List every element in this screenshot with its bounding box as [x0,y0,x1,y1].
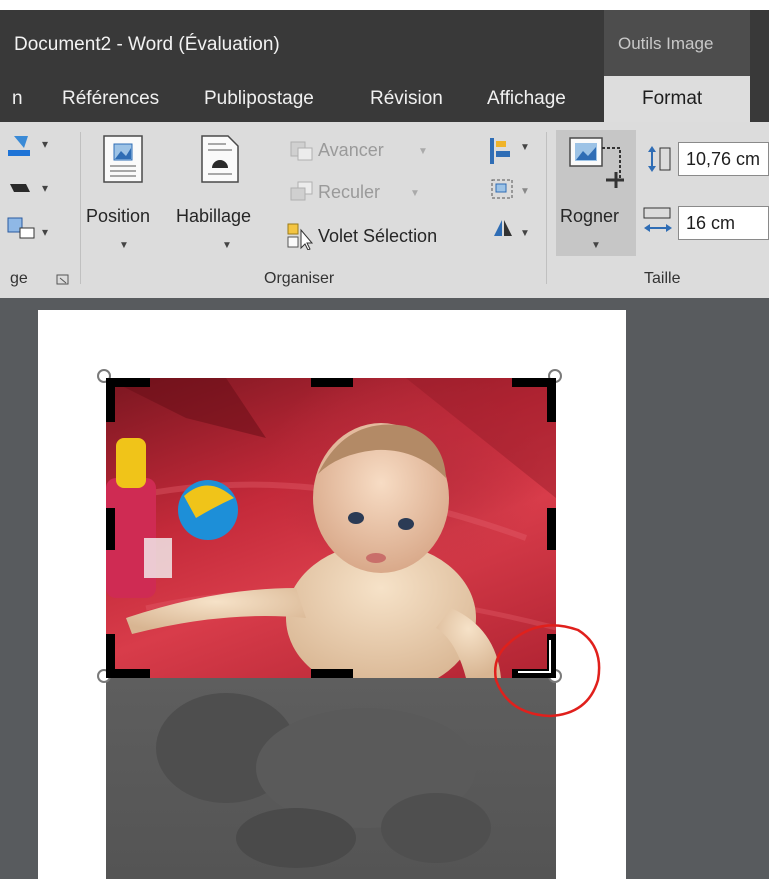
habillage-button[interactable]: Habillage [176,206,251,227]
group-label-organiser: Organiser [264,270,335,287]
crop-handle-top[interactable] [311,378,353,387]
width-field[interactable]: 16 cm [678,206,769,240]
height-icon [648,146,671,172]
crop-handle-top-right-v[interactable] [547,378,556,422]
svg-text:▾: ▾ [42,181,48,195]
crop-handle-left[interactable] [106,508,115,550]
rogner-label: Rogner [560,206,620,226]
reculer-dropdown-icon[interactable]: ▼ [410,188,420,199]
svg-text:▼: ▼ [520,142,530,153]
crop-handle-top-left-v[interactable] [106,378,115,422]
width-icon [643,207,672,232]
reculer-icon[interactable] [290,180,316,202]
width-value: 16 cm [686,213,736,233]
position-dropdown-icon[interactable]: ▼ [119,240,129,251]
svg-text:▾: ▾ [42,225,48,239]
ribbon-tabs: n Références Publipostage Révision Affic… [0,76,769,122]
crop-handle-right[interactable] [547,508,556,550]
ribbon-separator [546,132,547,284]
crop-handle-bottom-left-v[interactable] [106,634,115,678]
tab-references[interactable]: Références [62,88,159,110]
habillage-icon[interactable] [200,134,240,186]
tab-revision[interactable]: Révision [370,88,443,110]
tab-publipostage[interactable]: Publipostage [204,88,314,110]
ribbon-separator [80,132,81,284]
svg-text:▼: ▼ [520,186,530,197]
tab-format-label: Format [642,88,703,109]
reculer-button[interactable]: Reculer [318,182,380,203]
volet-selection-button[interactable]: Volet Sélection [318,226,437,247]
position-button[interactable]: Position [86,206,150,227]
group-label-taille: Taille [644,270,681,287]
volet-selection-icon[interactable] [286,222,316,250]
dialog-launcher-icon[interactable] [56,274,70,286]
align-group-rotate-icons[interactable]: ▼ ▼ ▼ [488,136,534,244]
partial-group-icons[interactable]: ▾ ▾ ▾ [6,132,56,252]
window-title: Document2 - Word (Évaluation) [14,34,280,55]
contextual-group-text: Outils Image [618,34,714,53]
height-value: 10,76 cm [686,149,761,169]
habillage-dropdown-icon[interactable]: ▼ [222,240,232,251]
rogner-dropdown-icon[interactable]: ▼ [591,240,601,251]
avancer-icon[interactable] [290,140,316,162]
group-label-truncated: ge [10,270,28,287]
crop-icon[interactable] [566,134,628,194]
avancer-dropdown-icon[interactable]: ▼ [418,146,428,157]
crop-handle-bottom[interactable] [311,669,353,678]
position-icon[interactable] [102,134,146,186]
svg-text:▼: ▼ [520,228,530,239]
tab-truncated[interactable]: n [12,88,23,110]
word-window: Document2 - Word (Évaluation) Outils Ima… [0,0,769,879]
svg-text:▾: ▾ [42,137,48,151]
contextual-group-label: Outils Image [604,10,750,76]
avancer-button[interactable]: Avancer [318,140,384,161]
tab-format[interactable]: Format [604,76,750,122]
crop-highlight-circle [494,624,601,718]
height-field[interactable]: 10,76 cm [678,142,769,176]
tab-affichage[interactable]: Affichage [487,88,566,110]
